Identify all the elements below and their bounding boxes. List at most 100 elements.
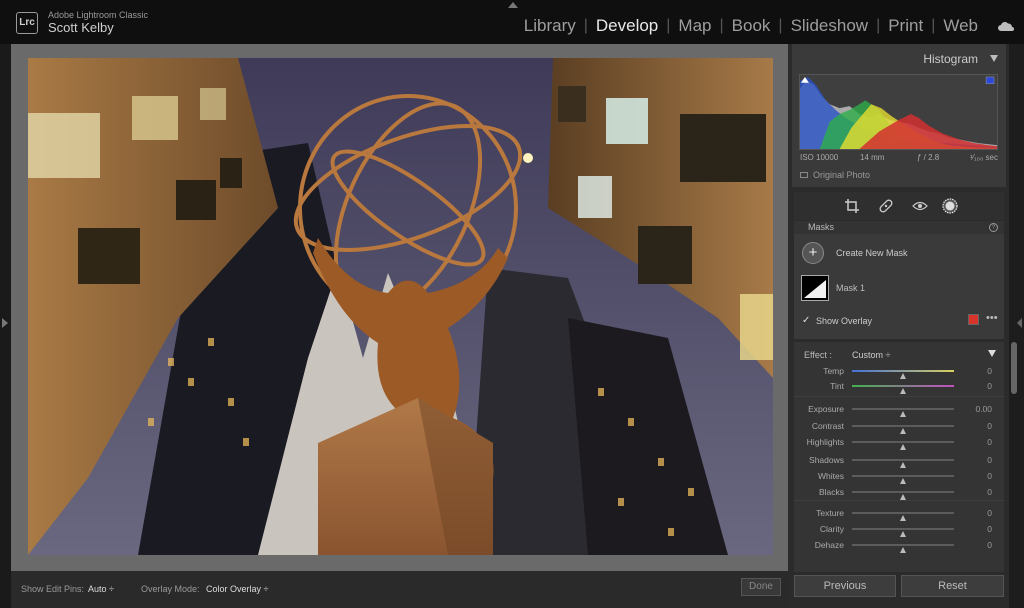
slider-track[interactable] [852,512,954,521]
focal-length: 14 mm [860,153,885,162]
slider-whites: Whites 0 [794,469,1004,484]
mask-thumbnail[interactable] [801,275,829,301]
slider-track[interactable] [852,528,954,537]
slider-value[interactable]: 0 [987,366,992,376]
slider-track[interactable] [852,544,954,553]
slider-track[interactable] [852,491,954,500]
original-photo-checkbox[interactable] [800,172,808,178]
slider-clarity: Clarity 0 [794,522,1004,537]
right-scroll-thumb[interactable] [1011,342,1017,394]
slider-label[interactable]: Shadows [809,455,844,465]
slider-label[interactable]: Highlights [807,437,844,447]
original-photo-label: Original Photo [813,170,871,180]
heal-icon[interactable] [878,198,894,214]
slider-track[interactable] [852,408,954,417]
slider-tint: Tint 0 [794,379,1004,394]
panel-collapse-icon[interactable] [988,350,996,357]
module-develop[interactable]: Develop [588,16,666,36]
slider-value[interactable]: 0 [987,455,992,465]
slider-label[interactable]: Texture [816,508,844,518]
slider-dehaze: Dehaze 0 [794,538,1004,553]
slider-label[interactable]: Tint [830,381,844,391]
panel-collapse-icon[interactable] [990,55,998,62]
slider-value[interactable]: 0 [987,421,992,431]
cloud-icon[interactable] [997,22,1015,31]
mask-name[interactable]: Mask 1 [836,283,865,293]
masks-header[interactable]: Masks ? [794,221,1004,234]
slider-value[interactable]: 0 [987,508,992,518]
show-edit-pins-select[interactable]: Auto ÷ [88,584,114,594]
overlay-mode-select[interactable]: Color Overlay ÷ [206,584,268,594]
slider-thumb[interactable] [900,411,906,417]
create-new-mask-button[interactable]: + [802,242,824,264]
slider-thumb[interactable] [900,547,906,553]
slider-label[interactable]: Blacks [819,487,844,497]
slider-value[interactable]: 0 [987,540,992,550]
slider-track[interactable] [852,385,954,394]
bottom-buttons: Previous Reset [794,575,1004,601]
effect-preset-select[interactable]: Custom ÷ [852,350,890,360]
photo-preview[interactable] [28,58,773,555]
histogram-panel: Histogram ISO 10000 14 mm ƒ / 2.8 ¹⁄₁₀₀ … [792,44,1006,187]
mask-icon[interactable] [942,198,958,214]
slider-track[interactable] [852,370,954,379]
slider-value[interactable]: 0 [987,524,992,534]
module-print[interactable]: Print [880,16,931,36]
redeye-icon[interactable] [912,198,928,214]
module-library[interactable]: Library [516,16,584,36]
identity-plate[interactable]: Scott Kelby [48,20,114,35]
right-panel-toggle-icon[interactable] [1017,318,1022,328]
histogram-title[interactable]: Histogram [923,52,978,66]
previous-button[interactable]: Previous [794,575,896,597]
overlay-color-swatch[interactable] [968,314,979,325]
histogram-graph[interactable] [799,74,998,150]
help-icon[interactable]: ? [989,223,998,232]
show-overlay-label[interactable]: Show Overlay [816,316,872,326]
slider-thumb[interactable] [900,515,906,521]
slider-label[interactable]: Whites [818,471,844,481]
module-web[interactable]: Web [935,16,986,36]
slider-temp: Temp 0 [794,364,1004,379]
slider-thumb[interactable] [900,478,906,484]
module-map[interactable]: Map [670,16,719,36]
slider-label[interactable]: Contrast [812,421,844,431]
slider-label[interactable]: Temp [823,366,844,376]
slider-label[interactable]: Exposure [808,404,844,414]
slider-value[interactable]: 0.00 [975,404,992,414]
slider-label[interactable]: Clarity [820,524,844,534]
module-slideshow[interactable]: Slideshow [783,16,877,36]
slider-thumb[interactable] [900,531,906,537]
slider-track[interactable] [852,425,954,434]
slider-blacks: Blacks 0 [794,485,1004,500]
slider-value[interactable]: 0 [987,471,992,481]
slider-value[interactable]: 0 [987,437,992,447]
slider-value[interactable]: 0 [987,487,992,497]
module-bar: Lrc Adobe Lightroom Classic Scott Kelby … [0,0,1024,44]
slider-thumb[interactable] [900,444,906,450]
develop-tool-strip [794,192,1004,220]
top-panel-toggle-icon[interactable] [508,2,518,8]
mask-toolbar: Show Edit Pins: Auto ÷ Overlay Mode: Col… [11,571,788,608]
slider-thumb[interactable] [900,462,906,468]
more-options-icon[interactable]: ••• [986,312,998,324]
left-panel-toggle-icon[interactable] [2,318,8,328]
crop-icon[interactable] [844,198,860,214]
iso-value: ISO 10000 [800,153,839,162]
create-new-mask-label[interactable]: Create New Mask [836,248,908,258]
effect-label: Effect : [804,350,832,360]
done-button[interactable]: Done [741,578,781,596]
reset-button[interactable]: Reset [901,575,1004,597]
masks-title: Masks [808,222,835,232]
slider-track[interactable] [852,459,954,468]
slider-value[interactable]: 0 [987,381,992,391]
slider-thumb[interactable] [900,428,906,434]
mask-adjustments-panel: Effect : Custom ÷ Temp 0 Tint 0 Exposure 0.00… [794,342,1004,572]
slider-label[interactable]: Dehaze [815,540,844,550]
slider-track[interactable] [852,475,954,484]
overlay-mode-label: Overlay Mode: [141,584,200,594]
show-overlay-checkbox[interactable]: ✓ [802,316,811,326]
slider-track[interactable] [852,441,954,450]
module-book[interactable]: Book [724,16,779,36]
slider-thumb[interactable] [900,388,906,394]
photo-image [28,58,773,555]
